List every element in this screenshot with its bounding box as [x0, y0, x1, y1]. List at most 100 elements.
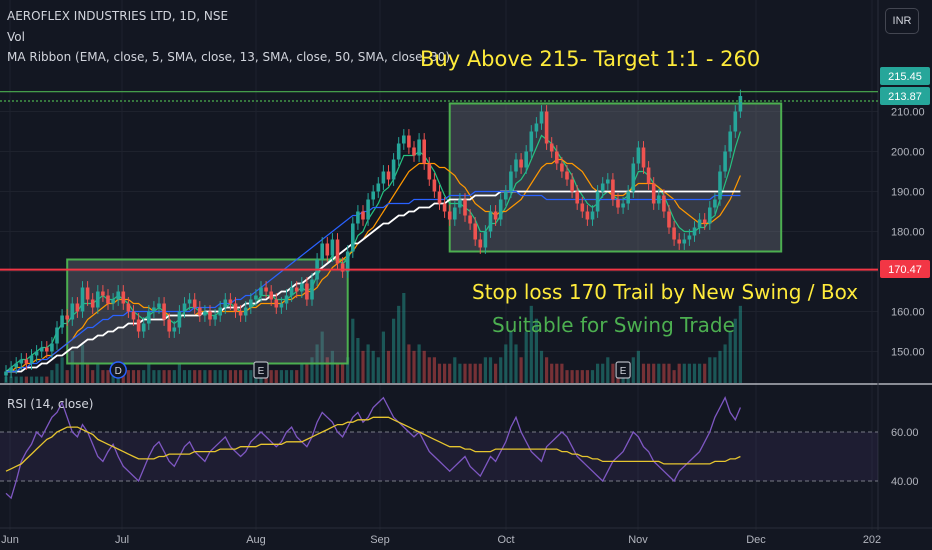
candle-body [544, 111, 549, 144]
volume-bar [443, 363, 447, 383]
volume-bar [351, 318, 355, 383]
candle-body [269, 291, 273, 300]
volume-bar [55, 363, 59, 383]
time-tick-label: 202 [863, 534, 881, 546]
candle-body [493, 211, 498, 220]
volume-bar [611, 363, 615, 383]
price-tags: 215.45 213.87 170.47 [880, 67, 930, 278]
candle-body [483, 231, 488, 248]
candle-body [279, 303, 284, 308]
volume-bar [142, 370, 146, 383]
chart-canvas[interactable]: DEE RSI (14, close) 150.00160.00170.0018… [0, 0, 932, 550]
candle-body [249, 299, 253, 308]
candle-body [70, 303, 75, 320]
marker-label: D [115, 366, 122, 377]
candle-body [294, 287, 299, 292]
volume-bar [65, 370, 69, 383]
candle-body [55, 327, 59, 344]
candle-body [218, 307, 222, 316]
candle-body [723, 151, 727, 172]
volume-bar [213, 370, 217, 383]
candle [402, 129, 406, 150]
rsi-tick-label: 60.00 [891, 427, 919, 439]
volume-bar [422, 350, 426, 383]
volume-bar [218, 370, 222, 383]
earnings-marker: E [253, 361, 269, 379]
candle-body [187, 299, 192, 304]
volume-bar [162, 370, 166, 383]
volume-bar [188, 370, 192, 383]
volume-bar [91, 370, 95, 383]
candle-body [391, 159, 396, 180]
candle-body [442, 203, 447, 212]
volume-bar [239, 370, 243, 383]
volume-bar [177, 363, 181, 383]
candle-body [310, 279, 314, 300]
volume-bar [590, 370, 595, 383]
volume-bar [152, 370, 156, 383]
candle [356, 205, 360, 230]
candle-body [34, 351, 39, 356]
candle-body [141, 323, 146, 332]
volume-bar [437, 363, 442, 383]
volume-bar [519, 357, 523, 383]
volume-bar [75, 363, 79, 383]
volume-bar [386, 350, 391, 383]
candle-body [611, 179, 615, 200]
candle-body [453, 207, 457, 220]
volume-bar [596, 363, 600, 383]
volume-bar [606, 357, 610, 383]
volume-bar [244, 370, 248, 383]
volume-bar [60, 357, 64, 383]
candle [60, 309, 64, 334]
candle-body [621, 203, 625, 208]
candle [442, 197, 447, 218]
volume-bar [698, 363, 702, 383]
candle-body [498, 199, 503, 220]
candle-body [687, 235, 692, 240]
currency-button[interactable]: INR [885, 8, 919, 34]
candle-body [366, 199, 370, 220]
candle-body [75, 303, 80, 312]
candle-body [335, 239, 340, 264]
volume-bar [361, 350, 365, 383]
candle [412, 141, 416, 162]
candle-body [325, 243, 330, 256]
candle-body [106, 295, 110, 304]
volume-bar [713, 357, 717, 383]
volume-bar [662, 363, 666, 383]
volume-bar [565, 370, 569, 383]
candle-body [172, 327, 177, 332]
dividend-marker: D [109, 361, 127, 379]
rsi-tick-label: 40.00 [891, 476, 919, 488]
candle-body [289, 287, 294, 296]
volume-bar [274, 370, 278, 383]
candle-body [447, 211, 452, 220]
volume-bar [182, 370, 187, 383]
candle-body [570, 179, 574, 192]
volume-bar [641, 363, 646, 383]
volume-bar [545, 357, 549, 383]
volume-legend: Vol [7, 30, 25, 44]
candle-body [264, 287, 268, 292]
candle [432, 173, 437, 198]
candle-body [386, 171, 391, 180]
candle-body [233, 303, 238, 312]
candle-body [585, 211, 590, 220]
candle-body [549, 143, 554, 152]
volume-bar [305, 363, 309, 383]
volume-bar [718, 350, 722, 383]
volume-bar [738, 305, 742, 383]
volume-bar [376, 357, 380, 383]
candle-body [509, 171, 513, 192]
ma-ribbon-legend: MA Ribbon (EMA, close, 5, SMA, close, 13… [7, 50, 451, 64]
volume-bar [198, 370, 202, 383]
candle-body [682, 239, 687, 244]
candle-body [529, 131, 534, 152]
candle-body [539, 111, 544, 124]
candle-body [203, 311, 207, 316]
volume-bar [356, 338, 360, 383]
volume-bar [341, 363, 345, 383]
candle-body [121, 291, 126, 304]
candle-body [463, 199, 467, 216]
